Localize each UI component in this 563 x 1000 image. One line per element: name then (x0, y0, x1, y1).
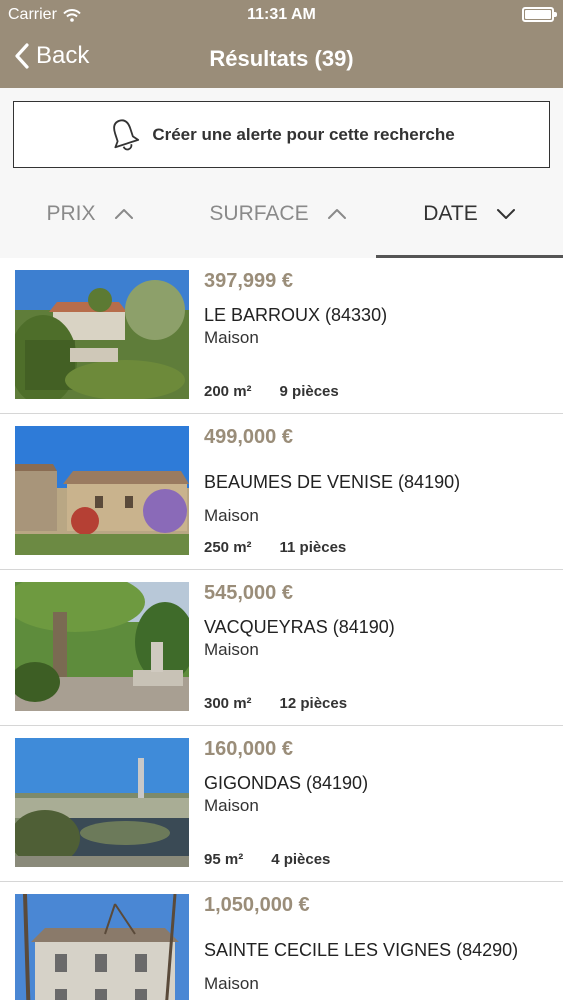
create-alert-label: Créer une alerte pour cette recherche (152, 124, 455, 144)
listing-price: 1,050,000 € (204, 894, 310, 916)
listing-price: 499,000 € (204, 426, 293, 448)
listing-type: Maison (204, 640, 259, 659)
listing-meta: 300 m² 12 pièces (204, 695, 347, 712)
sort-bar: PRIX SURFACE DATE (0, 168, 563, 260)
status-time: 11:31 AM (247, 6, 316, 23)
listing-meta: 200 m² 9 pièces (204, 383, 339, 400)
listing-price: 397,999 € (204, 270, 293, 292)
status-bar: Carrier 11:31 AM (0, 0, 563, 30)
listing-city: BEAUMES DE VENISE (84190) (204, 472, 461, 492)
listing-photo (15, 426, 189, 555)
bell-icon (113, 118, 140, 150)
listing-price: 160,000 € (204, 738, 293, 760)
sort-tab-label: SURFACE (209, 202, 309, 225)
listing-city: GIGONDAS (84190) (204, 773, 369, 793)
navigation-bar: Back Résultats (39) (0, 30, 563, 88)
sort-tab-label: PRIX (46, 202, 96, 225)
listing-rooms: 4 pièces (271, 851, 331, 868)
listing-type: Maison (204, 328, 259, 347)
chevron-up-icon (327, 209, 346, 219)
listing-surface: 250 m² (204, 539, 252, 556)
listing-item[interactable]: 499,000 € BEAUMES DE VENISE (84190) Mais… (0, 414, 563, 570)
sort-tab-date[interactable]: DATE (376, 168, 563, 260)
listing-type: Maison (204, 506, 259, 525)
listing-photo (15, 582, 189, 711)
listing-surface: 200 m² (204, 383, 252, 400)
battery-icon (522, 7, 557, 22)
alert-section: Créer une alerte pour cette recherche (0, 88, 563, 168)
listing-surface: 300 m² (204, 695, 252, 712)
listing-type: Maison (204, 974, 259, 993)
listing-surface: 95 m² (204, 851, 244, 868)
listing-rooms: 9 pièces (279, 383, 339, 400)
listing-meta: 250 m² 11 pièces (204, 539, 346, 556)
listing-city: LE BARROUX (84330) (204, 305, 388, 325)
chevron-up-icon (114, 209, 133, 219)
listing-photo (15, 738, 189, 867)
listing-item[interactable]: 1,050,000 € SAINTE CECILE LES VIGNES (84… (0, 882, 563, 1000)
sort-tab-price[interactable]: PRIX (0, 168, 180, 260)
header-bar: Carrier 11:31 AM Back Résultats (39) (0, 0, 563, 88)
sort-tab-surface[interactable]: SURFACE (180, 168, 376, 260)
create-alert-button[interactable]: Créer une alerte pour cette recherche (13, 101, 550, 168)
page-title: Résultats (39) (209, 46, 354, 71)
listing-city: SAINTE CECILE LES VIGNES (84290) (204, 940, 519, 960)
listing-type: Maison (204, 796, 259, 815)
sort-tab-label: DATE (423, 202, 478, 225)
listing-price: 545,000 € (204, 582, 293, 604)
listing-item[interactable]: 160,000 € GIGONDAS (84190) Maison 95 m² … (0, 726, 563, 882)
listing-meta: 95 m² 4 pièces (204, 851, 330, 868)
listing-photo (15, 270, 189, 399)
chevron-down-icon (496, 209, 515, 219)
listing-item[interactable]: 397,999 € LE BARROUX (84330) Maison 200 … (0, 258, 563, 414)
listing-rooms: 11 pièces (279, 539, 347, 556)
listing-photo (15, 894, 189, 1000)
listing-item[interactable]: 545,000 € VACQUEYRAS (84190) Maison 300 … (0, 570, 563, 726)
listing-rooms: 12 pièces (279, 695, 348, 712)
listing-city: VACQUEYRAS (84190) (204, 617, 395, 637)
